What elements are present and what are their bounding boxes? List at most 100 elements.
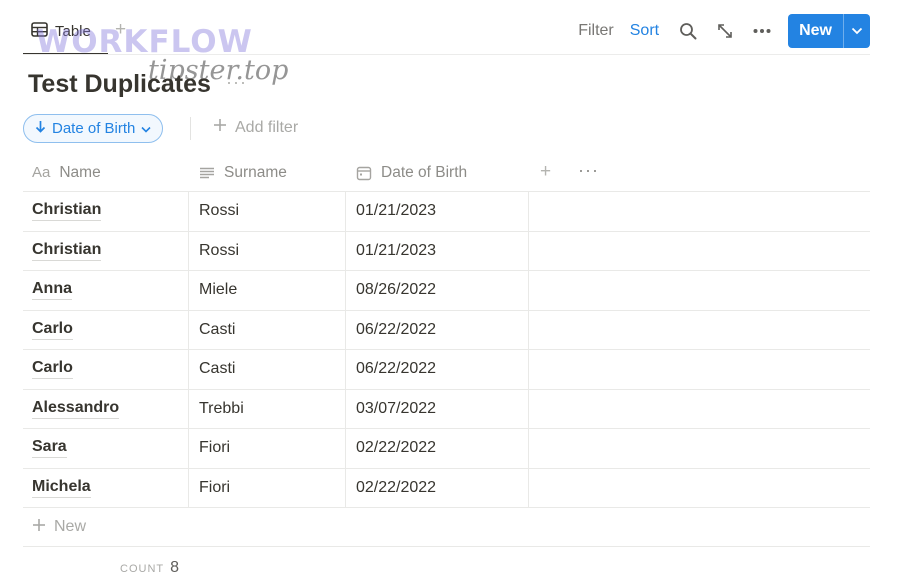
cell-name[interactable]: Sara xyxy=(32,429,67,468)
table-row[interactable]: Christian Rossi 01/21/2023 xyxy=(23,231,870,271)
column-divider xyxy=(188,429,189,468)
cell-name[interactable]: Anna xyxy=(32,271,72,310)
column-divider xyxy=(188,192,189,231)
calendar-property-icon xyxy=(356,165,372,181)
cell-date-of-birth[interactable]: 01/21/2023 xyxy=(356,192,436,231)
filter-button[interactable]: Filter xyxy=(578,22,614,40)
new-button[interactable]: New xyxy=(788,14,843,48)
table-row[interactable]: Anna Miele 08/26/2022 xyxy=(23,271,870,311)
column-divider xyxy=(345,231,346,270)
plus-icon xyxy=(213,118,227,137)
column-divider xyxy=(345,192,346,231)
cell-date-of-birth[interactable]: 06/22/2022 xyxy=(356,311,436,350)
more-options-icon[interactable] xyxy=(751,20,773,42)
column-divider xyxy=(528,310,529,349)
table-row[interactable]: Christian Rossi 01/21/2023 xyxy=(23,192,870,232)
column-divider xyxy=(528,192,529,231)
title-property-icon: Aa xyxy=(32,164,51,181)
column-more-icon[interactable]: ··· xyxy=(578,160,599,181)
view-tab-label: Table xyxy=(55,23,91,40)
count-label: COUNT xyxy=(120,563,165,575)
sort-button[interactable]: Sort xyxy=(630,22,659,40)
search-icon[interactable] xyxy=(677,20,699,42)
cell-surname[interactable]: Casti xyxy=(199,311,235,350)
column-divider xyxy=(345,350,346,389)
cell-date-of-birth[interactable]: 02/22/2022 xyxy=(356,469,436,508)
column-divider xyxy=(188,271,189,310)
cell-name[interactable]: Michela xyxy=(32,469,91,508)
name-value: Carlo xyxy=(32,320,73,340)
name-value: Michela xyxy=(32,478,91,498)
count-value: 8 xyxy=(170,559,180,576)
column-divider xyxy=(188,350,189,389)
new-button-group: New xyxy=(788,14,870,48)
cell-surname[interactable]: Rossi xyxy=(199,192,239,231)
table-row[interactable]: Alessandro Trebbi 03/07/2022 xyxy=(23,389,870,429)
column-divider xyxy=(528,231,529,270)
name-value: Christian xyxy=(32,241,102,261)
column-divider xyxy=(345,271,346,310)
table-row[interactable]: Carlo Casti 06/22/2022 xyxy=(23,350,870,390)
cell-date-of-birth[interactable]: 03/07/2022 xyxy=(356,390,436,429)
row-count-summary[interactable]: COUNT 8 xyxy=(120,559,179,577)
cell-surname[interactable]: Fiori xyxy=(199,429,230,468)
cell-date-of-birth[interactable]: 08/26/2022 xyxy=(356,271,436,310)
cell-surname[interactable]: Rossi xyxy=(199,232,239,271)
sort-chip-date-of-birth[interactable]: Date of Birth xyxy=(23,114,164,143)
text-property-icon xyxy=(199,167,215,179)
name-value: Anna xyxy=(32,280,72,301)
column-header-surname[interactable]: Surname xyxy=(199,153,287,192)
cell-name[interactable]: Alessandro xyxy=(32,390,120,429)
name-value: Alessandro xyxy=(32,399,120,419)
cell-surname[interactable]: Fiori xyxy=(199,469,230,508)
new-dropdown-chevron-icon[interactable] xyxy=(843,14,870,48)
column-header-name[interactable]: Aa Name xyxy=(32,153,101,192)
view-toolbar: Table + Filter Sort New xyxy=(23,14,870,56)
column-divider xyxy=(528,271,529,310)
arrow-down-icon xyxy=(35,120,46,137)
chevron-down-icon xyxy=(141,120,151,137)
cell-name[interactable]: Carlo xyxy=(32,350,73,389)
cell-name[interactable]: Carlo xyxy=(32,311,73,350)
column-header-label: Date of Birth xyxy=(381,163,468,181)
cell-date-of-birth[interactable]: 06/22/2022 xyxy=(356,350,436,389)
add-filter-button[interactable]: Add filter xyxy=(213,118,298,137)
table-header: Aa Name Surname Date of Birth + ··· xyxy=(23,153,870,192)
cell-surname[interactable]: Miele xyxy=(199,271,237,310)
column-header-label: Name xyxy=(59,163,101,181)
page-title[interactable]: Test Duplicates xyxy=(28,70,211,99)
add-row-button[interactable]: New xyxy=(23,508,870,547)
add-filter-label: Add filter xyxy=(235,118,299,136)
cell-date-of-birth[interactable]: 01/21/2023 xyxy=(356,232,436,271)
name-value: Sara xyxy=(32,438,67,459)
add-column-icon[interactable]: + xyxy=(540,161,551,183)
cell-name[interactable]: Christian xyxy=(32,192,102,231)
cell-surname[interactable]: Casti xyxy=(199,350,235,389)
table-body: Christian Rossi 01/21/2023 Christian Ros… xyxy=(23,192,870,508)
view-tab-table[interactable]: Table xyxy=(31,22,91,41)
column-header-date-of-birth[interactable]: Date of Birth xyxy=(356,153,467,192)
cell-date-of-birth[interactable]: 02/22/2022 xyxy=(356,429,436,468)
column-divider xyxy=(345,468,346,507)
database-table: Aa Name Surname Date of Birth + ··· Chri… xyxy=(23,153,870,547)
column-divider xyxy=(188,389,189,428)
plus-icon xyxy=(32,518,46,537)
toolbar-divider xyxy=(23,54,870,55)
cell-name[interactable]: Christian xyxy=(32,232,102,271)
cell-surname[interactable]: Trebbi xyxy=(199,390,244,429)
column-divider xyxy=(188,310,189,349)
column-divider xyxy=(528,429,529,468)
name-value: Christian xyxy=(32,201,102,222)
title-more-icon[interactable]: ··· xyxy=(226,72,247,93)
name-value: Carlo xyxy=(32,359,73,380)
add-view-icon[interactable]: + xyxy=(115,19,126,41)
table-row[interactable]: Sara Fiori 02/22/2022 xyxy=(23,429,870,469)
column-header-label: Surname xyxy=(224,163,287,181)
add-row-label: New xyxy=(54,518,87,535)
table-row[interactable]: Michela Fiori 02/22/2022 xyxy=(23,468,870,508)
table-row[interactable]: Carlo Casti 06/22/2022 xyxy=(23,310,870,350)
toolbar-actions: Filter Sort New xyxy=(578,14,870,48)
table-icon xyxy=(31,22,48,41)
expand-icon[interactable] xyxy=(714,20,736,42)
column-divider xyxy=(345,389,346,428)
